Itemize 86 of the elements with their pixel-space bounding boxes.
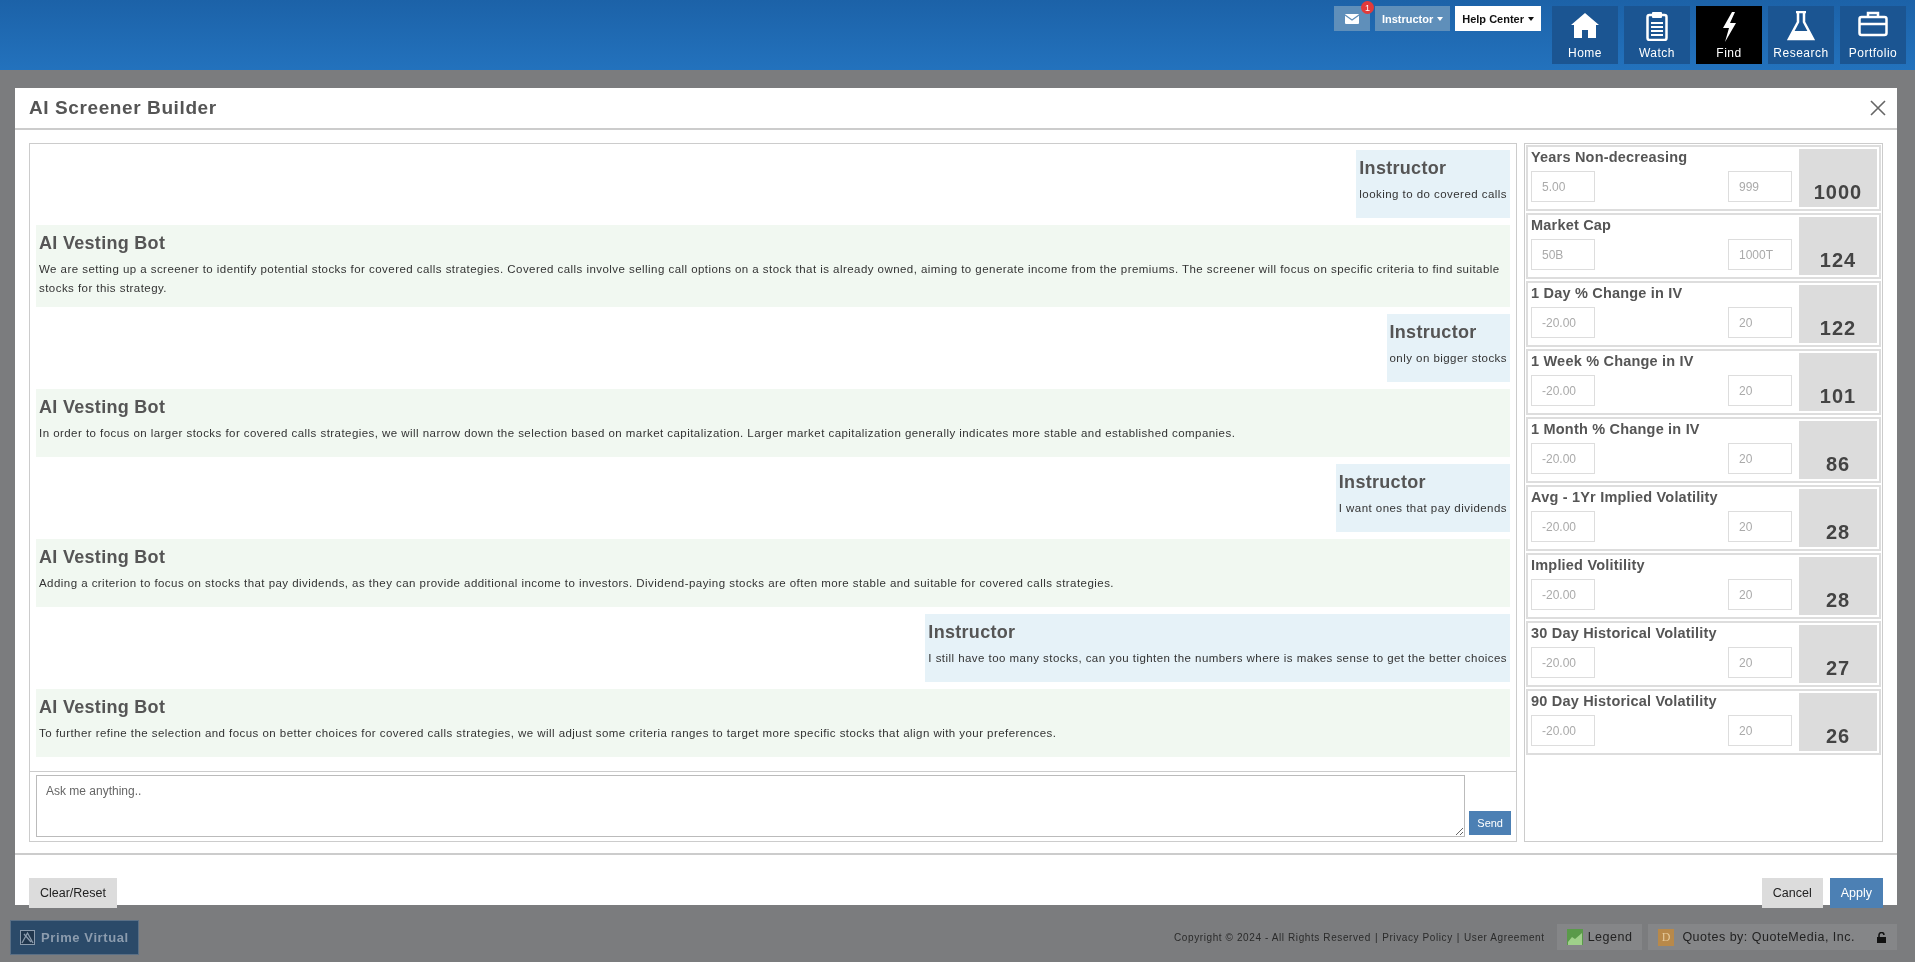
max-field[interactable]: 1000T — [1728, 239, 1792, 270]
criterion-name: Implied Volitility — [1531, 557, 1646, 573]
message-author: Instructor — [928, 622, 1017, 643]
criterion-name: 30 Day Historical Volatility — [1531, 625, 1718, 641]
nav-tab[interactable]: Home — [1552, 6, 1618, 64]
message-author: AI Vesting Bot — [39, 697, 167, 718]
max-field[interactable]: 20 — [1728, 715, 1792, 746]
min-field[interactable]: -20.00 — [1531, 511, 1595, 542]
criterion-name: 90 Day Historical Volatility — [1531, 693, 1718, 709]
message-author: Instructor — [1389, 322, 1478, 343]
match-count: 1000 — [1799, 149, 1877, 207]
legend-button[interactable]: Legend — [1556, 924, 1643, 950]
match-count: 28 — [1799, 489, 1877, 547]
criterion-name: 1 Day % Change in IV — [1531, 285, 1684, 301]
clear-reset-button[interactable]: Clear/Reset — [29, 878, 117, 908]
privacy-link[interactable]: Privacy Policy — [1382, 931, 1453, 943]
nav-tab[interactable]: Watch — [1624, 6, 1690, 64]
agreement-link[interactable]: User Agreement — [1464, 931, 1545, 943]
min-field[interactable]: -20.00 — [1531, 715, 1595, 746]
max-field[interactable]: 20 — [1728, 647, 1792, 678]
criterion-name: Years Non-decreasing — [1531, 149, 1689, 165]
min-field[interactable]: -20.00 — [1531, 579, 1595, 610]
nav-tab[interactable]: Portfolio — [1840, 6, 1906, 64]
flask-icon — [1787, 11, 1815, 41]
min-field[interactable]: -20.00 — [1531, 307, 1595, 338]
min-field[interactable]: 50B — [1531, 239, 1595, 270]
envelope-icon — [1344, 13, 1359, 24]
max-field[interactable]: 20 — [1728, 375, 1792, 406]
message-author: AI Vesting Bot — [39, 233, 167, 254]
message-text: I want ones that pay dividends — [1338, 501, 1507, 516]
apply-button[interactable]: Apply — [1829, 878, 1883, 908]
max-field[interactable]: 20 — [1728, 579, 1792, 610]
mail-button[interactable] — [1333, 6, 1370, 31]
dialog-title: AI Screener Builder — [29, 97, 217, 119]
message-text: In order to focus on larger stocks for covered calls strategies, we will narrow down the selection based on market capitalization. Larger market capitalization generally indicates more stable and established companies. — [39, 426, 1237, 441]
message-text: only on bigger stocks — [1389, 351, 1507, 366]
message-text: We are setting up a screener to identify potential stocks for covered calls strategies. Covered calls involve selling call options on a stock that is already owned, aiming to generate income from the premiums. The screener will focus on specific criteria to find suitable stocks for this strategy. — [39, 262, 1501, 296]
quotes-text: Quotes by: QuoteMedia, Inc. — [1682, 930, 1855, 944]
match-count: 101 — [1799, 353, 1877, 411]
caret-icon — [1437, 16, 1444, 21]
message-text: looking to do covered calls — [1359, 187, 1507, 202]
message-author: Instructor — [1338, 472, 1427, 493]
logo-icon — [20, 929, 35, 945]
max-field[interactable]: 20 — [1728, 443, 1792, 474]
criterion-name: Market Cap — [1531, 217, 1613, 233]
message-author: AI Vesting Bot — [39, 397, 167, 418]
help-menu[interactable]: Help Center — [1455, 6, 1541, 31]
close-button[interactable] — [1870, 100, 1886, 116]
lock-icon — [1877, 931, 1887, 943]
message-field[interactable]: Ask me anything.. — [36, 775, 1466, 837]
copyright-text: Copyright © 2024 - All Rights Reserved — [1174, 931, 1371, 943]
criterion-name: 1 Week % Change in IV — [1531, 353, 1695, 369]
cancel-button[interactable]: Cancel — [1761, 878, 1823, 908]
nav-tab[interactable]: Research — [1768, 6, 1834, 64]
close-icon — [1870, 100, 1886, 116]
criterion-name: 1 Month % Change in IV — [1531, 421, 1701, 437]
chart-icon — [1566, 929, 1583, 945]
house-icon — [1570, 11, 1600, 39]
briefcase-icon — [1858, 11, 1888, 37]
match-count: 122 — [1799, 285, 1877, 343]
message-author: AI Vesting Bot — [39, 547, 167, 568]
match-count: 124 — [1799, 217, 1877, 275]
match-count: 27 — [1799, 625, 1877, 683]
message-text: I still have too many stocks, can you tighten the numbers where is makes sense to get the better choices — [928, 651, 1507, 666]
max-field[interactable]: 20 — [1728, 511, 1792, 542]
clipboard-icon — [1646, 11, 1668, 41]
separator-text: | — [1456, 931, 1460, 943]
match-count: 28 — [1799, 557, 1877, 615]
message-author: Instructor — [1359, 158, 1448, 179]
lightning-icon — [1720, 11, 1738, 43]
nav-tab[interactable]: Find — [1696, 6, 1762, 64]
message-text: To further refine the selection and focus on better choices for covered calls strategies, we will adjust some criteria ranges to target more specific stocks that align with your preferences. — [39, 726, 1058, 741]
match-count: 26 — [1799, 693, 1877, 751]
quotes-logo: D — [1658, 928, 1675, 946]
criterion-name: Avg - 1Yr Implied Volatility — [1531, 489, 1719, 505]
min-field[interactable]: -20.00 — [1531, 647, 1595, 678]
caret-icon — [1528, 16, 1534, 21]
send-button[interactable]: Send — [1469, 811, 1511, 835]
message-text: Adding a criterion to focus on stocks that pay dividends, as they can provide additional income to investors. Dividend-paying stocks are often more stable and suitable for covered calls strategies. — [39, 576, 1115, 591]
min-field[interactable]: 5.00 — [1531, 171, 1595, 202]
max-field[interactable]: 999 — [1728, 171, 1792, 202]
min-field[interactable]: -20.00 — [1531, 375, 1595, 406]
separator-text: | — [1374, 931, 1379, 943]
max-field[interactable]: 20 — [1728, 307, 1792, 338]
match-count: 86 — [1799, 421, 1877, 479]
min-field[interactable]: -20.00 — [1531, 443, 1595, 474]
